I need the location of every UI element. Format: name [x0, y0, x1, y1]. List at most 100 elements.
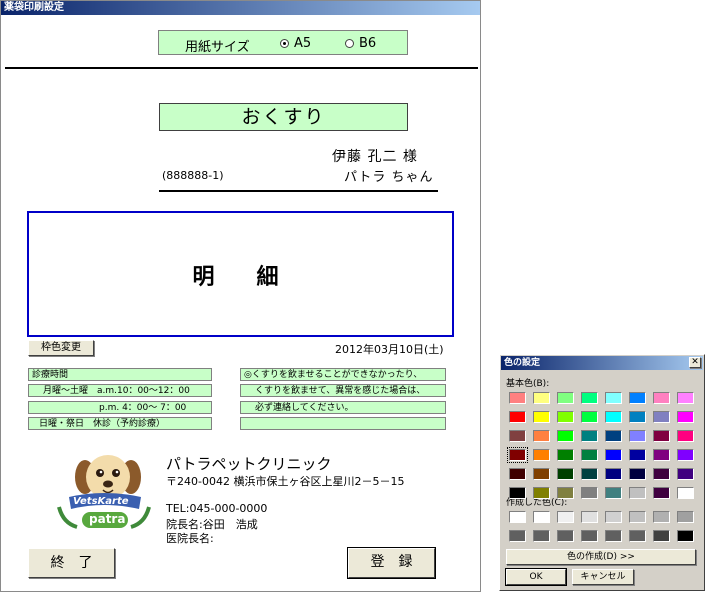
- custom-color-swatch-0-5[interactable]: [629, 511, 646, 523]
- custom-color-swatch-0-0[interactable]: [509, 511, 526, 523]
- print-settings-window: 薬袋印刷設定 用紙サイズ A5 B6 おくすり 伊藤 孔二 様 (888888-…: [0, 0, 481, 592]
- custom-color-swatch-1-4[interactable]: [605, 530, 622, 542]
- custom-color-swatch-0-2[interactable]: [557, 511, 574, 523]
- basic-color-swatch-1-2[interactable]: [557, 411, 574, 423]
- print-date: 2012年03月10日(土): [335, 343, 444, 356]
- clinic-doctor: 医院長名:: [166, 532, 214, 545]
- basic-color-swatch-2-6[interactable]: [653, 430, 670, 442]
- basic-color-swatch-2-4[interactable]: [605, 430, 622, 442]
- color-dialog: 色の設定 ✕ 基本色(B): 作成した色(C): 色の作成(D) >> OK キ…: [499, 354, 705, 591]
- basic-color-swatch-5-5[interactable]: [629, 487, 646, 499]
- custom-color-swatch-0-4[interactable]: [605, 511, 622, 523]
- basic-color-swatch-1-1[interactable]: [533, 411, 550, 423]
- radio-b6[interactable]: [345, 39, 354, 48]
- hours-title: 診療時間: [28, 368, 212, 381]
- custom-color-swatch-0-7[interactable]: [677, 511, 694, 523]
- basic-color-swatch-2-0[interactable]: [509, 430, 526, 442]
- basic-color-swatch-2-5[interactable]: [629, 430, 646, 442]
- basic-color-swatch-0-7[interactable]: [677, 392, 694, 404]
- basic-color-swatch-3-0[interactable]: [507, 447, 528, 463]
- detail-box: 明 細: [27, 211, 454, 337]
- basic-color-swatch-2-1[interactable]: [533, 430, 550, 442]
- basic-color-swatch-1-4[interactable]: [605, 411, 622, 423]
- basic-color-swatch-3-2[interactable]: [557, 449, 574, 461]
- basic-color-swatch-2-3[interactable]: [581, 430, 598, 442]
- basic-color-swatch-4-7[interactable]: [677, 468, 694, 480]
- register-button[interactable]: 登 録: [347, 547, 436, 579]
- basic-color-swatch-5-2[interactable]: [557, 487, 574, 499]
- radio-a5[interactable]: [280, 39, 289, 48]
- clinic-logo: VetsKarte patra: [49, 449, 159, 539]
- basic-color-swatch-0-2[interactable]: [557, 392, 574, 404]
- detail-label: 明 細: [192, 265, 289, 290]
- notice-line-3: 必ず連絡してください。: [240, 401, 446, 414]
- medicine-title: おくすり: [159, 103, 408, 131]
- basic-color-swatch-3-6[interactable]: [653, 449, 670, 461]
- radio-a5-label[interactable]: A5: [294, 36, 311, 51]
- ok-button[interactable]: OK: [505, 568, 567, 586]
- basic-color-swatch-0-1[interactable]: [533, 392, 550, 404]
- close-icon[interactable]: ✕: [689, 357, 701, 368]
- basic-color-swatch-3-4[interactable]: [605, 449, 622, 461]
- notice-line-4: [240, 417, 446, 430]
- hours-holiday: 日曜・祭日 休診（予約診療）: [28, 417, 212, 430]
- basic-color-swatch-0-3[interactable]: [581, 392, 598, 404]
- basic-color-swatch-1-6[interactable]: [653, 411, 670, 423]
- basic-color-swatch-1-3[interactable]: [581, 411, 598, 423]
- hours-weekday-pm: p.m. 4：00～ 7：00: [28, 401, 212, 414]
- basic-color-swatch-5-7[interactable]: [677, 487, 694, 499]
- basic-color-swatch-0-5[interactable]: [629, 392, 646, 404]
- divider: [159, 190, 438, 192]
- basic-color-swatch-4-4[interactable]: [605, 468, 622, 480]
- custom-color-swatch-1-2[interactable]: [557, 530, 574, 542]
- basic-color-swatch-3-7[interactable]: [677, 449, 694, 461]
- basic-color-swatch-4-2[interactable]: [557, 468, 574, 480]
- custom-color-swatch-0-1[interactable]: [533, 511, 550, 523]
- basic-colors-label: 基本色(B):: [506, 379, 550, 389]
- notice-line-1: ◎くすりを飲ませることができなかったり、: [240, 368, 446, 381]
- custom-color-swatch-0-6[interactable]: [653, 511, 670, 523]
- basic-color-swatch-1-5[interactable]: [629, 411, 646, 423]
- basic-color-swatch-5-3[interactable]: [581, 487, 598, 499]
- clinic-tel: TEL:045-000-0000: [166, 502, 268, 515]
- basic-color-swatch-2-2[interactable]: [557, 430, 574, 442]
- basic-color-swatch-5-1[interactable]: [533, 487, 550, 499]
- basic-color-swatch-1-7[interactable]: [677, 411, 694, 423]
- basic-color-swatch-0-4[interactable]: [605, 392, 622, 404]
- cancel-button[interactable]: キャンセル: [572, 569, 634, 585]
- logo-brand: patra: [89, 512, 126, 526]
- basic-color-swatch-2-7[interactable]: [677, 430, 694, 442]
- basic-color-swatch-4-6[interactable]: [653, 468, 670, 480]
- basic-color-swatch-4-3[interactable]: [581, 468, 598, 480]
- basic-color-swatch-5-4[interactable]: [605, 487, 622, 499]
- define-custom-colors-button[interactable]: 色の作成(D) >>: [506, 549, 696, 565]
- custom-color-swatch-1-1[interactable]: [533, 530, 550, 542]
- basic-color-swatch-5-6[interactable]: [653, 487, 670, 499]
- custom-color-swatch-1-6[interactable]: [653, 530, 670, 542]
- basic-color-swatch-0-0[interactable]: [509, 392, 526, 404]
- basic-color-swatch-1-0[interactable]: [509, 411, 526, 423]
- close-button[interactable]: 終 了: [28, 548, 115, 578]
- custom-color-swatch-1-3[interactable]: [581, 530, 598, 542]
- basic-color-swatch-3-5[interactable]: [629, 449, 646, 461]
- custom-color-swatch-1-5[interactable]: [629, 530, 646, 542]
- paper-size-group: 用紙サイズ A5 B6: [158, 30, 408, 55]
- custom-color-swatch-0-3[interactable]: [581, 511, 598, 523]
- basic-color-swatch-4-5[interactable]: [629, 468, 646, 480]
- basic-color-swatch-5-0[interactable]: [509, 487, 526, 499]
- basic-color-swatch-3-1[interactable]: [533, 449, 550, 461]
- window-title: 薬袋印刷設定: [1, 1, 480, 15]
- frame-color-button[interactable]: 枠色変更: [28, 340, 94, 356]
- owner-name: 伊藤 孔二 様: [332, 149, 418, 165]
- basic-color-swatch-4-0[interactable]: [509, 468, 526, 480]
- hours-weekday-am: 月曜～土曜 a.m.10：00～12：00: [28, 384, 212, 397]
- paper-size-label: 用紙サイズ: [185, 40, 250, 55]
- divider: [5, 67, 478, 69]
- basic-color-swatch-0-6[interactable]: [653, 392, 670, 404]
- radio-b6-label[interactable]: B6: [359, 36, 376, 51]
- custom-color-swatch-1-7[interactable]: [677, 530, 694, 542]
- patient-id: (888888-1): [162, 169, 224, 182]
- basic-color-swatch-4-1[interactable]: [533, 468, 550, 480]
- basic-color-swatch-3-3[interactable]: [581, 449, 598, 461]
- custom-color-swatch-1-0[interactable]: [509, 530, 526, 542]
